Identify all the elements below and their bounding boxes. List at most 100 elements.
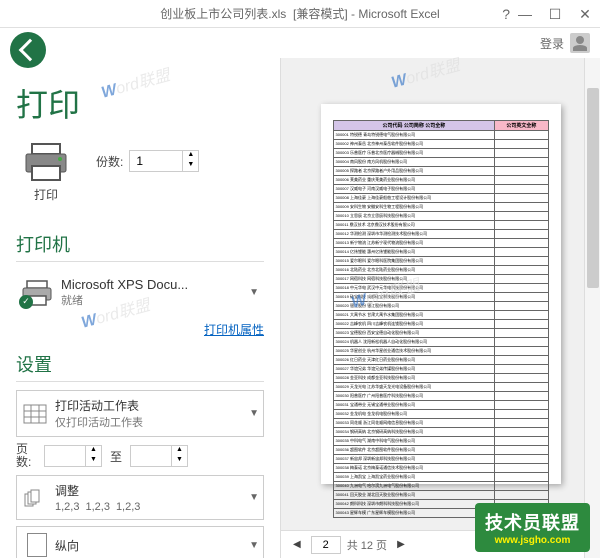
scrollbar-thumb[interactable] <box>587 88 599 288</box>
copies-label: 份数: <box>96 153 123 170</box>
collate-seq: 1,2,3 <box>85 501 109 513</box>
table-row: 300027 华谊兄弟 华谊兄弟传媒股份有限公司 <box>333 365 548 374</box>
printer-device-icon: ✓ <box>21 279 53 307</box>
pages-label: 页数: <box>16 443 40 469</box>
table-row: 300033 同花顺 浙江同花顺网络信息股份有限公司 <box>333 419 548 428</box>
spinner-down-icon[interactable]: ▼ <box>85 456 101 466</box>
printer-name: Microsoft XPS Docu... <box>61 277 249 292</box>
minimize-button[interactable]: — <box>510 0 540 28</box>
table-row: 300007 汉威电子 河南汉威电子股份有限公司 <box>333 185 548 194</box>
table-row: 300012 华测检测 深圳市华测检测技术股份有限公司 <box>333 230 548 239</box>
watermark-url: www.jsgho.com <box>485 535 580 546</box>
preview-table: 公司代码 公司简称 公司全称 公司英文全称 300001 特锐德 青岛特锐德电气… <box>333 120 549 518</box>
table-row: 300030 阳普医疗 广州阳普医疗科技股份有限公司 <box>333 392 548 401</box>
back-button[interactable] <box>10 32 46 68</box>
portrait-icon <box>21 533 49 557</box>
table-row: 300021 大禹节水 甘肃大禹节水集团股份有限公司 <box>333 311 548 320</box>
table-row: 300017 网宿科技 网宿科技股份有限公司 <box>333 275 548 284</box>
spinner-down-icon[interactable]: ▼ <box>182 161 198 171</box>
print-settings-panel: 打印 打印 份数: 1 ▲ ▼ 打印机 <box>0 58 280 558</box>
divider <box>16 261 264 262</box>
table-row: 300041 回天胶业 湖北回天胶业股份有限公司 <box>333 491 548 500</box>
page-to-input[interactable]: ▲▼ <box>130 445 188 467</box>
copies-value: 1 <box>130 154 182 168</box>
print-button-label: 打印 <box>16 186 76 203</box>
titlebar: 创业板上市公司列表.xls [兼容模式] - Microsoft Excel ?… <box>0 0 600 28</box>
table-row: 300016 北陆药业 北京北陆药业股份有限公司 <box>333 266 548 275</box>
chevron-down-icon: ▼ <box>249 492 259 503</box>
table-row: 300008 上海佳豪 上海佳豪船舶工程设计股份有限公司 <box>333 194 548 203</box>
maximize-button[interactable]: ☐ <box>540 0 570 28</box>
copies-input[interactable]: 1 ▲ ▼ <box>129 150 199 172</box>
print-scope-selector[interactable]: 打印活动工作表 仅打印活动工作表 ▼ <box>16 390 264 437</box>
print-button[interactable]: 打印 <box>16 142 76 203</box>
titlebar-text: 创业板上市公司列表.xls [兼容模式] - Microsoft Excel <box>160 5 439 22</box>
table-row: 300011 鼎汉技术 北京鼎汉技术股份有限公司 <box>333 221 548 230</box>
table-row: 300003 乐普医疗 乐普北京医疗器械股份有限公司 <box>333 149 548 158</box>
page-range-row: 页数: ▲▼ 至 ▲▼ <box>16 443 264 469</box>
next-page-button[interactable]: ▶ <box>393 539 409 550</box>
table-row: 300024 机器人 沈阳新松机器人自动化股份有限公司 <box>333 338 548 347</box>
orientation-selector[interactable]: 纵向 ▼ <box>16 526 264 558</box>
table-row: 300018 中元华电 武汉中元华电科技股份有限公司 <box>333 284 548 293</box>
window-controls: — ☐ ✕ <box>510 0 600 28</box>
printer-icon <box>22 142 70 182</box>
table-row: 300039 上海凯宝 上海凯宝药业股份有限公司 <box>333 473 548 482</box>
page-from-input[interactable]: ▲▼ <box>44 445 102 467</box>
table-row: 300026 红日药业 天津红日药业股份有限公司 <box>333 356 548 365</box>
table-row: 300031 宝通带业 无锡宝通带业股份有限公司 <box>333 401 548 410</box>
collate-seq: 1,2,3 <box>55 501 79 513</box>
login-link[interactable]: 登录 <box>540 35 564 52</box>
total-pages-label: 共 12 页 <box>347 537 387 553</box>
user-bar: 登录 <box>0 28 600 58</box>
printer-section-title: 打印机 <box>16 231 264 257</box>
help-icon[interactable]: ? <box>502 6 510 22</box>
prev-page-button[interactable]: ◀ <box>289 539 305 550</box>
table-row: 300014 亿纬锂能 惠州亿纬锂能股份有限公司 <box>333 248 548 257</box>
scope-subtitle: 仅打印活动工作表 <box>55 414 249 430</box>
current-page-input[interactable] <box>311 536 341 554</box>
page-title: 打印 <box>16 80 264 126</box>
user-avatar-icon[interactable] <box>570 33 590 53</box>
table-row: 300023 宝德股份 西安宝德自动化股份有限公司 <box>333 329 548 338</box>
collate-icon <box>21 486 49 510</box>
table-row: 300006 莱美药业 重庆莱美药业股份有限公司 <box>333 176 548 185</box>
printer-properties-link[interactable]: 打印机属性 <box>204 323 264 337</box>
spinner-up-icon[interactable]: ▲ <box>85 446 101 456</box>
table-header: 公司英文全称 <box>495 121 548 131</box>
table-row: 300019 硅宝科技 成都硅宝科技股份有限公司 <box>333 293 548 302</box>
preview-area: 公司代码 公司简称 公司全称 公司英文全称 300001 特锐德 青岛特锐德电气… <box>281 58 600 530</box>
table-row: 300005 探路者 北京探路者户外用品股份有限公司 <box>333 167 548 176</box>
chevron-down-icon: ▼ <box>249 287 259 298</box>
pages-to-label: 至 <box>110 448 122 465</box>
divider <box>16 381 264 382</box>
table-row: 300040 九洲电气 哈尔滨九洲电气股份有限公司 <box>333 482 548 491</box>
close-button[interactable]: ✕ <box>570 0 600 28</box>
worksheet-icon <box>21 402 49 426</box>
settings-section-title: 设置 <box>16 351 264 377</box>
table-row: 300015 爱尔眼科 爱尔眼科医院集团股份有限公司 <box>333 257 548 266</box>
table-row: 300034 钢研高纳 北京钢研高纳科技股份有限公司 <box>333 428 548 437</box>
table-row: 300002 神州泰岳 北京神州泰岳软件股份有限公司 <box>333 140 548 149</box>
watermark-brand: 技术员联盟 <box>485 509 580 535</box>
scrollbar-vertical[interactable] <box>584 58 600 558</box>
table-row: 300010 立思辰 北京立思辰科技股份有限公司 <box>333 212 548 221</box>
collate-selector[interactable]: 调整 1,2,3 1,2,3 1,2,3 ▼ <box>16 475 264 520</box>
table-row: 300009 安科生物 安徽安科生物工程股份有限公司 <box>333 203 548 212</box>
table-row: 300029 天龙光电 江苏华盛天龙光电设备股份有限公司 <box>333 383 548 392</box>
table-row: 300035 中科电气 湖南中科电气股份有限公司 <box>333 437 548 446</box>
collate-seq: 1,2,3 <box>116 501 140 513</box>
table-header: 公司代码 公司简称 公司全称 <box>333 121 495 131</box>
back-arrow-icon <box>19 39 42 62</box>
spinner-up-icon[interactable]: ▲ <box>182 151 198 161</box>
printer-selector[interactable]: ✓ Microsoft XPS Docu... 就绪 ▼ <box>16 270 264 315</box>
spinner-down-icon[interactable]: ▼ <box>171 456 187 466</box>
table-row: 300004 南风股份 南方风机股份有限公司 <box>333 158 548 167</box>
table-row: 300020 银江股份 银江股份有限公司 <box>333 302 548 311</box>
table-row: 300037 新宙邦 深圳新宙邦科技股份有限公司 <box>333 455 548 464</box>
spinner-up-icon[interactable]: ▲ <box>171 446 187 456</box>
printer-ready-check-icon: ✓ <box>19 295 33 309</box>
watermark: 技术员联盟 www.jsgho.com <box>475 503 590 552</box>
table-row: 300036 超图软件 北京超图软件股份有限公司 <box>333 446 548 455</box>
table-row: 300028 金亚科技 成都金亚科技股份有限公司 <box>333 374 548 383</box>
